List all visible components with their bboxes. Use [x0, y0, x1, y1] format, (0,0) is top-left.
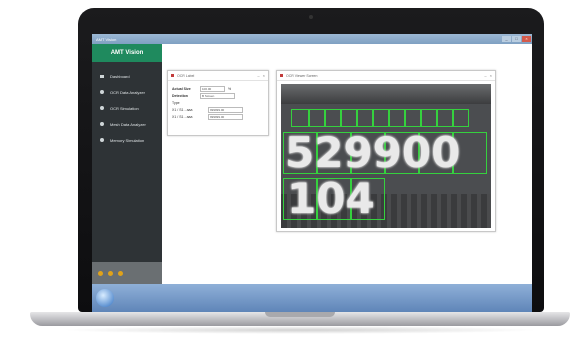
row1-label: X1 / S1 - aaa — [172, 107, 193, 112]
detection-box — [309, 109, 325, 127]
sidebar-item-memory-simulation[interactable]: Memory Simulation — [92, 132, 162, 148]
panel-icon — [280, 74, 283, 77]
window-title: AMT Vision — [96, 36, 117, 42]
detection-box — [341, 109, 357, 127]
detection-select[interactable]: B Screen — [200, 92, 235, 99]
status-dot-icon — [108, 270, 113, 276]
circle-icon — [100, 138, 104, 142]
detection-box — [453, 109, 469, 127]
ocr-label-panel: OCR Label – × Actual Size 100.00% Detectio… — [167, 70, 269, 136]
sidebar-item-mesh-data-analyzer[interactable]: Mesh Data Analyzer — [92, 116, 162, 132]
detection-box — [373, 109, 389, 127]
row2-label: X1 / S1 - aaa — [172, 114, 193, 119]
sidebar-item-label: Mesh Data Analyzer — [110, 121, 146, 127]
type-label: Type — [172, 100, 180, 105]
sidebar-item-ocr-data-analyzer[interactable]: OCR Data Analyzer — [92, 84, 162, 100]
ocr-image-viewer[interactable]: 529900 104 — [281, 84, 491, 228]
sidebar-item-dashboard[interactable]: Dashboard — [92, 68, 162, 84]
sidebar-item-label: Dashboard — [110, 73, 130, 79]
actual-size-unit: % — [228, 86, 232, 91]
title-bar: AMT Vision _ □ × — [92, 34, 532, 44]
screen: AMT Vision _ □ × AMT Vision Dashboard OC… — [92, 34, 532, 312]
detection-box — [325, 109, 341, 127]
minimize-button[interactable]: _ — [502, 36, 511, 42]
ocr-digits-bottom: 104 — [287, 174, 375, 223]
camera-icon — [309, 15, 313, 19]
circle-icon — [100, 90, 104, 94]
status-dot-icon — [98, 270, 103, 276]
close-icon[interactable]: × — [263, 73, 265, 78]
panel-title: OCR Viewer Screen — [286, 73, 318, 78]
minimize-icon[interactable]: – — [257, 73, 259, 78]
detection-box — [389, 109, 405, 127]
sidebar: AMT Vision Dashboard OCR Data Analyzer O… — [92, 44, 168, 284]
close-icon[interactable]: × — [490, 73, 492, 78]
sidebar-footer — [92, 262, 168, 284]
ocr-digits-top: 529900 — [285, 128, 461, 177]
sidebar-item-label: OCR Data Analyzer — [110, 89, 145, 95]
status-dot-icon — [118, 270, 123, 276]
actual-size-label: Actual Size — [172, 86, 191, 91]
laptop-lid: AMT Vision _ □ × AMT Vision Dashboard OC… — [78, 8, 544, 312]
close-button[interactable]: × — [522, 36, 531, 42]
laptop-notch — [265, 312, 335, 317]
row2-input[interactable]: 999999.00 — [208, 113, 243, 120]
start-button[interactable] — [96, 289, 114, 307]
circle-icon — [100, 106, 104, 110]
panel-title: OCR Label — [177, 73, 195, 78]
sidebar-item-label: Memory Simulation — [110, 137, 145, 143]
panel-title-bar: OCR Label – × — [168, 71, 268, 81]
panel-icon — [171, 74, 174, 77]
app-window: AMT Vision _ □ × AMT Vision Dashboard OC… — [92, 34, 532, 284]
detection-box — [357, 109, 373, 127]
detection-label: Detection — [172, 93, 188, 98]
image-band — [281, 84, 491, 104]
actual-size-input[interactable]: 100.00 — [200, 85, 225, 92]
laptop-shadow — [60, 326, 540, 334]
panel-title-bar: OCR Viewer Screen – × — [277, 71, 495, 81]
square-icon — [100, 74, 104, 78]
sidebar-item-ocr-simulation[interactable]: OCR Simulation — [92, 100, 162, 116]
sidebar-item-label: OCR Simulation — [110, 105, 139, 111]
detection-box — [437, 109, 453, 127]
row1-input[interactable]: 999999.00 — [208, 106, 243, 113]
maximize-button[interactable]: □ — [512, 36, 521, 42]
ocr-viewer-panel: OCR Viewer Screen – × 529900 104 — [276, 70, 496, 232]
minimize-icon[interactable]: – — [484, 73, 486, 78]
circle-icon — [100, 122, 104, 126]
detection-box — [421, 109, 437, 127]
brand-title: AMT Vision — [92, 44, 162, 62]
laptop-base — [30, 312, 570, 326]
detection-box — [405, 109, 421, 127]
detection-box — [291, 109, 309, 127]
taskbar — [92, 284, 532, 312]
main-area: OCR Label – × Actual Size 100.00% Detectio… — [162, 44, 532, 284]
